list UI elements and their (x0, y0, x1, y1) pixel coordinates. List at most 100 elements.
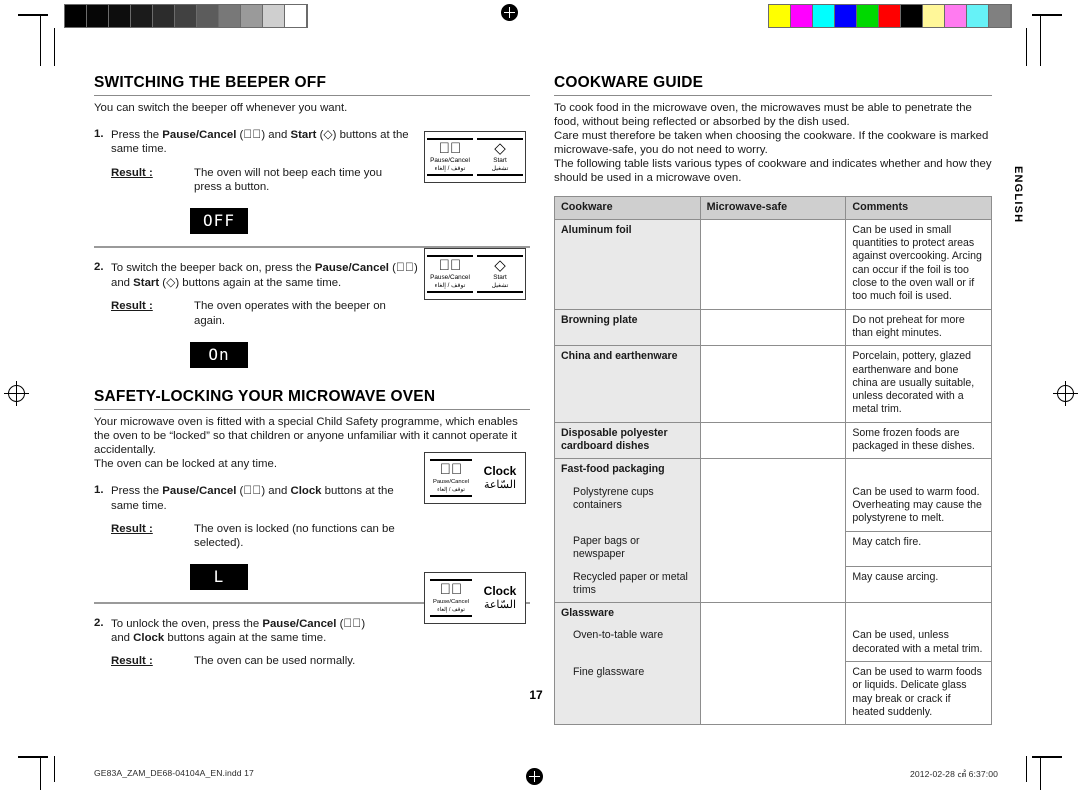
page-frame-left-vertical (40, 14, 42, 66)
color-swatch-0 (769, 5, 790, 27)
gray-swatch-1 (87, 5, 108, 27)
crop-mark-bottom-left (18, 756, 48, 758)
table-row: China and earthenware Porcelain, pottery,… (554, 345, 992, 423)
key-label-ar: توقف / إلغاء (434, 282, 466, 290)
step-number: 2. (94, 260, 104, 273)
page-frame-bottom-left-vertical (40, 756, 42, 790)
step-number: 2. (94, 616, 104, 629)
step-number: 1. (94, 484, 104, 497)
cell-comments: Can be used in small quantities to prote… (845, 218, 992, 310)
table-row: Browning plate Do not preheat for more th… (554, 308, 992, 347)
paren-close: ) (361, 617, 366, 630)
cell-cookware: Aluminum foil (554, 218, 701, 310)
cell-cookware-sub-item: Recycled paper or metal trims (573, 570, 688, 596)
button-name-pause-cancel: Pause/Cancel (162, 129, 237, 142)
gray-swatch-10 (285, 5, 306, 27)
key-pause-cancel[interactable]: ▿⃝ Pause/Cancel توقف / إلغاء (425, 135, 475, 179)
color-swatch-7 (923, 5, 944, 27)
key-label-en: Start (493, 157, 507, 165)
start-icon: ◇ (494, 257, 506, 275)
key-start[interactable]: ◇ Start تشغيل (475, 135, 525, 179)
key-label-ar: السّاعة (483, 599, 517, 611)
key-pause-cancel[interactable]: ▿⃝ Pause/Cancel توقف / إلغاء (426, 576, 476, 620)
color-calibration-bar (768, 4, 1012, 28)
pause-cancel-icon: ▿⃝ (343, 615, 362, 630)
step-2-text: To unlock the oven, press the Pause/Canc… (111, 616, 417, 646)
display-readout-off: OFF (190, 208, 248, 235)
cell-comments (845, 602, 992, 626)
key-label-en: Start (493, 274, 507, 282)
cookware-table-body: Aluminum foil Can be used in small quanti… (554, 218, 992, 726)
key-clock[interactable]: Clock السّاعة (476, 584, 524, 612)
footer-file-name: GE83A_ZAM_DE68-04104A_EN.indd 17 (94, 768, 254, 778)
page-frame-bottom-right-inner (1026, 756, 1028, 782)
cell-cookware: Recycled paper or metal trims (554, 566, 701, 604)
table-row: Paper bags or newspaper May catch fire. (554, 530, 992, 568)
cell-microwave-safe (699, 421, 847, 460)
crop-mark-top-right (1032, 14, 1062, 16)
step-text-before: To unlock the oven, press the (111, 617, 263, 630)
pause-cancel-icon: ▿⃝ (243, 483, 262, 498)
text-and: and (111, 632, 134, 645)
safety-lock-step-1-result: Result : The oven is locked (no function… (111, 522, 530, 551)
key-pause-cancel[interactable]: ▿⃝ Pause/Cancel توقف / إلغاء (426, 456, 476, 500)
cell-cookware-sub-item: Polystyrene cups containers (573, 485, 654, 511)
text-and: ) and (261, 129, 291, 142)
cell-cookware: Paper bags or newspaper (554, 531, 701, 567)
panel-pause-cancel-clock-2: ▿⃝ Pause/Cancel توقف / إلغاء Clock السّا… (424, 572, 526, 624)
display-readout-on: On (190, 341, 248, 368)
step-1-text: Press the Pause/Cancel (▿⃝) and Clock bu… (111, 483, 423, 513)
result-text: The oven can be used normally. (194, 655, 356, 668)
color-swatch-1 (791, 5, 812, 27)
beeper-intro-text: You can switch the beeper off whenever y… (94, 102, 348, 114)
key-label-ar: تشغيل (491, 165, 509, 173)
gray-swatch-5 (175, 5, 196, 27)
col-header-cookware: Cookware (554, 195, 701, 220)
color-swatch-3 (835, 5, 856, 27)
page-frame-bottom-right-vertical (1040, 756, 1042, 790)
section-title-switching-beeper-off: SWITCHING THE BEEPER OFF (94, 74, 530, 96)
key-label-en: Clock (483, 584, 517, 598)
cell-comments: May cause arcing. (845, 566, 992, 604)
key-bottom-bar (430, 614, 472, 617)
cell-cookware: Browning plate (554, 308, 701, 347)
text-and: ) and (261, 485, 291, 498)
section-title-safety-locking: SAFETY-LOCKING YOUR MICROWAVE OVEN (94, 388, 530, 410)
pause-cancel-icon: ▿⃝ (438, 140, 462, 158)
gray-swatch-4 (153, 5, 174, 27)
result-label: Result : (111, 655, 153, 668)
page-frame-right-vertical-inner (1026, 28, 1028, 66)
cookware-table: Cookware Microwave-safe Comments Aluminu… (554, 195, 992, 726)
registration-mark-top-center (501, 4, 518, 21)
cell-cookware-sub-item: Oven-to-table ware (573, 629, 664, 642)
key-label-en: Pause/Cancel (432, 599, 470, 606)
cell-cookware: Fast-food packaging (554, 458, 701, 482)
cookware-intro-2: Care must therefore be taken when choosi… (554, 130, 989, 157)
grayscale-calibration-bar (64, 4, 308, 28)
color-swatch-4 (857, 5, 878, 27)
key-pause-cancel[interactable]: ▿⃝ Pause/Cancel توقف / إلغاء (425, 252, 475, 296)
col-header-microwave-safe: Microwave-safe (699, 195, 847, 220)
step-2-text: To switch the beeper back on, press the … (111, 260, 433, 291)
page-frame-right-vertical (1040, 14, 1042, 66)
result-text: The oven operates with the beeper on aga… (194, 300, 386, 327)
step-1-text: Press the Pause/Cancel (▿⃝) and Start (◇… (111, 127, 423, 157)
page-number-value: 17 (529, 688, 543, 702)
key-label-ar: توقف / إلغاء (434, 165, 466, 173)
gray-swatch-3 (131, 5, 152, 27)
gray-swatch-7 (219, 5, 240, 27)
gray-swatch-8 (241, 5, 262, 27)
key-bottom-bar (477, 290, 523, 293)
color-swatch-5 (879, 5, 900, 27)
key-start[interactable]: ◇ Start تشغيل (475, 252, 525, 296)
cell-microwave-safe (699, 218, 847, 310)
key-label-en: Pause/Cancel (432, 479, 470, 486)
button-name-clock: Clock (290, 485, 322, 498)
paren-open: ( (388, 261, 396, 274)
table-row: Recycled paper or metal trims May cause a… (554, 566, 992, 604)
key-clock[interactable]: Clock السّاعة (476, 464, 524, 492)
key-label-ar: تشغيل (491, 282, 509, 290)
cell-comments: Do not preheat for more than eight minut… (845, 308, 992, 347)
crop-mark-top-left (18, 14, 48, 16)
color-swatch-9 (967, 5, 988, 27)
